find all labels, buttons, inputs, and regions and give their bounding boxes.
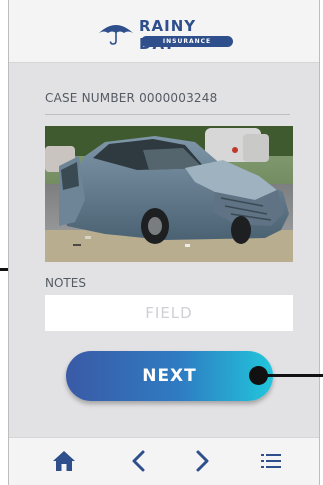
notes-input[interactable] (45, 295, 293, 331)
brand-tagline: INSURANCE (141, 36, 233, 47)
chevron-left-icon (132, 450, 145, 472)
notes-label: NOTES (45, 276, 86, 290)
nav-home-button[interactable] (51, 448, 77, 474)
nav-menu-button[interactable] (258, 448, 284, 474)
home-icon (53, 451, 75, 471)
annotation-callout-dot (249, 366, 268, 385)
case-number-label: CASE NUMBER 0000003248 (45, 91, 218, 105)
brand-name: RAINY DAY (139, 17, 197, 53)
nav-back-button[interactable] (126, 448, 152, 474)
next-button[interactable]: NEXT (66, 351, 273, 401)
nav-forward-button[interactable] (189, 448, 215, 474)
bottom-nav-bar (9, 437, 319, 485)
chevron-right-icon (196, 450, 209, 472)
umbrella-icon (99, 25, 133, 45)
damaged-car-photo (45, 126, 293, 262)
app-header: RAINY DAY INSURANCE (9, 0, 319, 63)
menu-icon (261, 454, 281, 468)
brand-logo: RAINY DAY INSURANCE (97, 17, 237, 53)
phone-screen: RAINY DAY INSURANCE CASE NUMBER 00000032… (8, 0, 320, 485)
divider (45, 114, 290, 115)
car-photo-illustration (45, 126, 293, 262)
annotation-callout-line (262, 374, 323, 377)
